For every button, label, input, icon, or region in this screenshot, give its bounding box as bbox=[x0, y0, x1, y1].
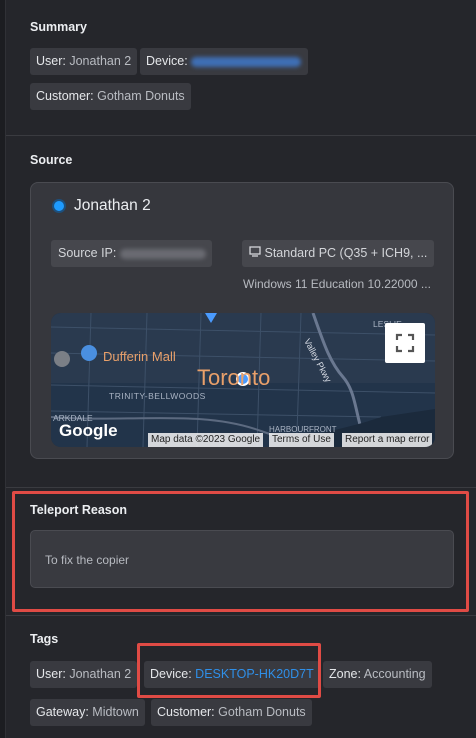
source-user-name: Jonathan 2 bbox=[74, 197, 151, 214]
session-details-panel: Summary User: Jonathan 2 Device: Custome… bbox=[5, 0, 476, 738]
summary-chip-device[interactable]: Device: bbox=[140, 48, 308, 75]
summary-section: Summary User: Jonathan 2 Device: Custome… bbox=[6, 0, 476, 136]
map-label-trinity: TRINITY-BELLWOODS bbox=[109, 391, 206, 401]
google-logo: Google bbox=[59, 421, 118, 440]
redacted-source-ip bbox=[119, 248, 206, 259]
tag-chip-user[interactable]: User: Jonathan 2 bbox=[30, 661, 138, 688]
map-attribution: Map data ©2023 Google bbox=[148, 433, 264, 447]
source-title: Source bbox=[30, 153, 73, 167]
source-ip-chip[interactable]: Source IP: bbox=[51, 240, 212, 267]
summary-chip-user[interactable]: User: Jonathan 2 bbox=[30, 48, 138, 75]
location-map[interactable]: Dufferin Mall TRINITY-BELLWOODS ARKDALE … bbox=[51, 313, 435, 447]
summary-chip-customer[interactable]: Customer: Gotham Donuts bbox=[30, 83, 191, 110]
map-fullscreen-button[interactable] bbox=[385, 323, 425, 363]
tags-title: Tags bbox=[30, 632, 59, 646]
machine-label: Standard PC (Q35 + ICH9, ... bbox=[264, 246, 428, 260]
tag-chip-zone[interactable]: Zone: Accounting bbox=[323, 661, 432, 688]
map-terms-link[interactable]: Terms of Use bbox=[269, 433, 334, 447]
tag-chip-gateway[interactable]: Gateway: Midtown bbox=[30, 699, 145, 726]
map-label-dufferin-mall: Dufferin Mall bbox=[103, 349, 176, 364]
map-report-error-link[interactable]: Report a map error bbox=[342, 433, 433, 447]
monitor-icon bbox=[249, 240, 261, 267]
online-status-dot bbox=[54, 201, 64, 211]
redacted-device-name bbox=[191, 56, 302, 67]
os-label: Windows 11 Education 10.22000 ... bbox=[243, 277, 431, 291]
summary-title: Summary bbox=[30, 20, 87, 34]
source-section: Source Jonathan 2 Source IP: Standard PC… bbox=[6, 136, 476, 488]
machine-chip[interactable]: Standard PC (Q35 + ICH9, ... bbox=[242, 240, 434, 267]
highlight-teleport-reason bbox=[12, 491, 469, 612]
map-label-city: Toronto bbox=[197, 365, 271, 390]
tag-chip-customer[interactable]: Customer: Gotham Donuts bbox=[151, 699, 312, 726]
source-card: Jonathan 2 Source IP: Standard PC (Q35 +… bbox=[30, 182, 454, 459]
highlight-device-tag bbox=[137, 643, 321, 698]
